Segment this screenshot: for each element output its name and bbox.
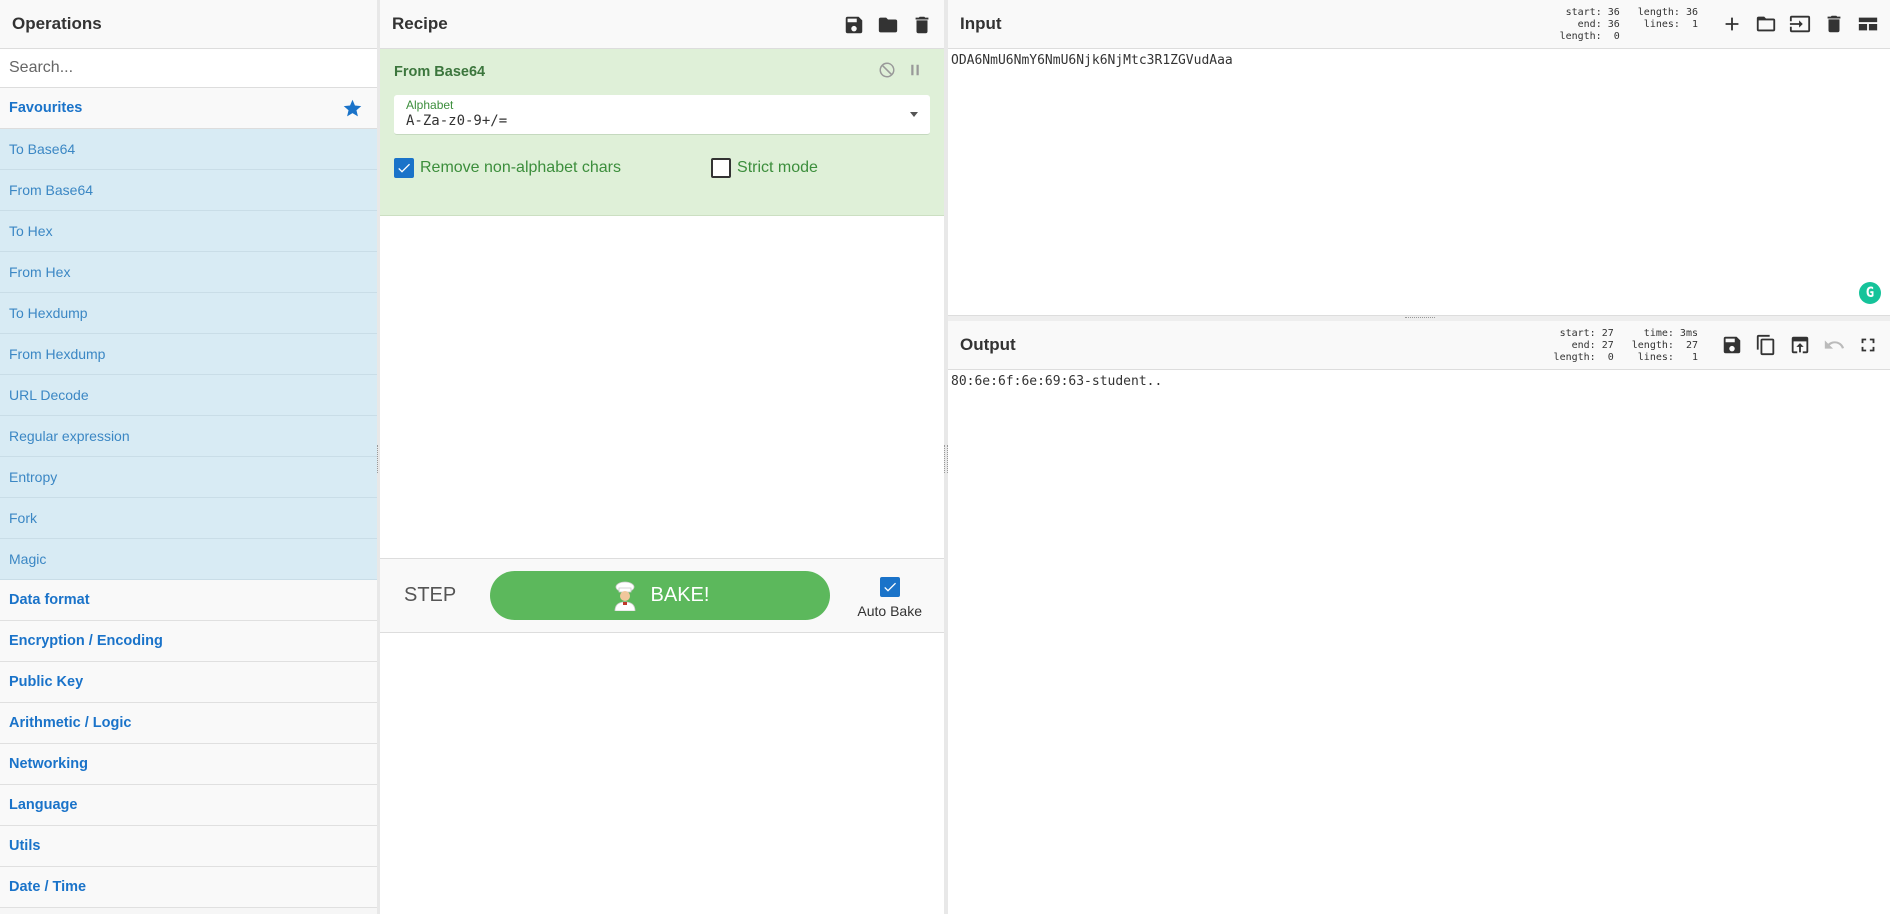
chef-icon (614, 581, 635, 611)
checkbox-checked-icon (394, 158, 414, 178)
operation-category[interactable]: Date / Time (0, 867, 377, 908)
star-icon (342, 98, 363, 119)
recipe-operation-from-base64[interactable]: From Base64 Alphabet A-Za-z0-9+/= Remove… (380, 49, 944, 216)
open-folder-icon[interactable] (1754, 12, 1778, 36)
favourite-op-item[interactable]: To Hex (0, 211, 377, 252)
bake-button[interactable]: BAKE! (490, 571, 830, 620)
alphabet-select[interactable]: Alphabet A-Za-z0-9+/= (394, 95, 930, 135)
favourite-op-item[interactable]: Regular expression (0, 416, 377, 457)
recipe-header: Recipe (380, 0, 944, 49)
favourite-op-item[interactable]: From Hex (0, 252, 377, 293)
output-stats: start: 27 end: 27 length: 0 time: 3ms le… (1554, 328, 1698, 364)
recipe-list: From Base64 Alphabet A-Za-z0-9+/= Remove… (380, 49, 944, 559)
clear-recipe-trash-icon[interactable] (910, 13, 934, 37)
category-list: Data format Encryption / Encoding Public K… (0, 580, 377, 908)
operations-header: Operations (0, 0, 377, 49)
auto-bake-label: Auto Bake (857, 603, 922, 619)
favourites-category[interactable]: Favourites (0, 88, 377, 129)
bake-label: BAKE! (650, 584, 710, 606)
chevron-down-icon (910, 112, 918, 117)
output-stats-left: start: 27 end: 27 length: 0 (1553, 328, 1614, 363)
input-header: Input start: 36 end: 36 length: 0 length… (948, 0, 1890, 49)
checkbox-checked-icon (879, 577, 900, 597)
step-button[interactable]: STEP (404, 584, 474, 607)
alphabet-label: Alphabet (406, 98, 454, 112)
output-text: 80:6e:6f:6e:69:63-student.. (951, 374, 1163, 389)
operations-title: Operations (12, 14, 102, 33)
favourite-op-item[interactable]: Magic (0, 539, 377, 580)
disable-operation-icon[interactable] (878, 61, 896, 84)
favourite-op-item[interactable]: URL Decode (0, 375, 377, 416)
recipe-operation-name: From Base64 (394, 64, 486, 80)
save-recipe-icon[interactable] (842, 13, 866, 37)
strict-mode-checkbox[interactable]: Strict mode (711, 158, 818, 178)
undo-icon[interactable] (1822, 333, 1846, 357)
operations-search-input[interactable] (0, 49, 377, 88)
operation-category[interactable]: Encryption / Encoding (0, 621, 377, 662)
output-textarea[interactable]: 80:6e:6f:6e:69:63-student.. (948, 370, 1890, 393)
bake-controls: STEP BAKE! Auto Bake (380, 559, 944, 633)
favourites-list: To Base64 From Base64 To Hex From Hex To Hex… (0, 129, 377, 580)
replace-input-with-output-icon[interactable] (1788, 333, 1812, 357)
operation-category[interactable]: Arithmetic / Logic (0, 703, 377, 744)
operation-category[interactable]: Data format (0, 580, 377, 621)
io-pane: Input start: 36 end: 36 length: 0 length… (948, 0, 1890, 914)
input-textarea[interactable]: ODA6NmU6NmY6NmU6Njk6NjMtc3R1ZGVudAaa G (948, 49, 1890, 316)
output-stats-right: time: 3ms length: 27 lines: 1 (1631, 328, 1698, 363)
operation-category[interactable]: Networking (0, 744, 377, 785)
favourite-op-item[interactable]: From Base64 (0, 170, 377, 211)
input-stats: start: 36 end: 36 length: 0 length: 36 l… (1560, 7, 1698, 43)
output-title: Output (960, 335, 1016, 354)
favourite-op-item[interactable]: Entropy (0, 457, 377, 498)
reset-layout-icon[interactable] (1856, 12, 1880, 36)
copy-output-icon[interactable] (1754, 333, 1778, 357)
favourite-op-item[interactable]: From Hexdump (0, 334, 377, 375)
input-text: ODA6NmU6NmY6NmU6Njk6NjMtc3R1ZGVudAaa (951, 53, 1233, 68)
clear-input-trash-icon[interactable] (1822, 12, 1846, 36)
checkbox-unchecked-icon (711, 158, 732, 178)
favourites-label: Favourites (9, 100, 83, 116)
operation-category[interactable]: Public Key (0, 662, 377, 703)
recipe-pane: Recipe From Base64 Alphabet A-Za-z0-9+/=… (380, 0, 944, 914)
maximise-output-icon[interactable] (1856, 333, 1880, 357)
operation-category[interactable]: Language (0, 785, 377, 826)
grammarly-icon[interactable]: G (1859, 282, 1881, 304)
load-recipe-folder-icon[interactable] (876, 13, 900, 37)
cyberchef-app: Operations Favourites To Base64From Base… (0, 0, 1890, 914)
input-stats-left: start: 36 end: 36 length: 0 (1559, 7, 1620, 42)
favourite-op-item[interactable]: To Hexdump (0, 293, 377, 334)
input-stats-right: length: 36 lines: 1 (1637, 7, 1698, 30)
strict-mode-label: Strict mode (737, 159, 818, 176)
save-output-icon[interactable] (1720, 333, 1744, 357)
operation-category[interactable]: Utils (0, 826, 377, 867)
remove-non-alphabet-label: Remove non-alphabet chars (420, 159, 622, 176)
favourite-op-item[interactable]: Fork (0, 498, 377, 539)
operations-pane: Operations Favourites To Base64From Base… (0, 0, 377, 914)
open-file-input-icon[interactable] (1788, 12, 1812, 36)
auto-bake-checkbox[interactable]: Auto Bake (857, 577, 922, 619)
remove-non-alphabet-checkbox[interactable]: Remove non-alphabet chars (394, 158, 621, 178)
favourite-op-item[interactable]: To Base64 (0, 129, 377, 170)
input-title: Input (960, 14, 1002, 33)
recipe-title: Recipe (392, 14, 448, 33)
pause-breakpoint-icon[interactable] (906, 61, 924, 84)
add-tab-plus-icon[interactable] (1720, 12, 1744, 36)
output-header: Output start: 27 end: 27 length: 0 time:… (948, 321, 1890, 370)
alphabet-value: A-Za-z0-9+/= (406, 113, 508, 129)
